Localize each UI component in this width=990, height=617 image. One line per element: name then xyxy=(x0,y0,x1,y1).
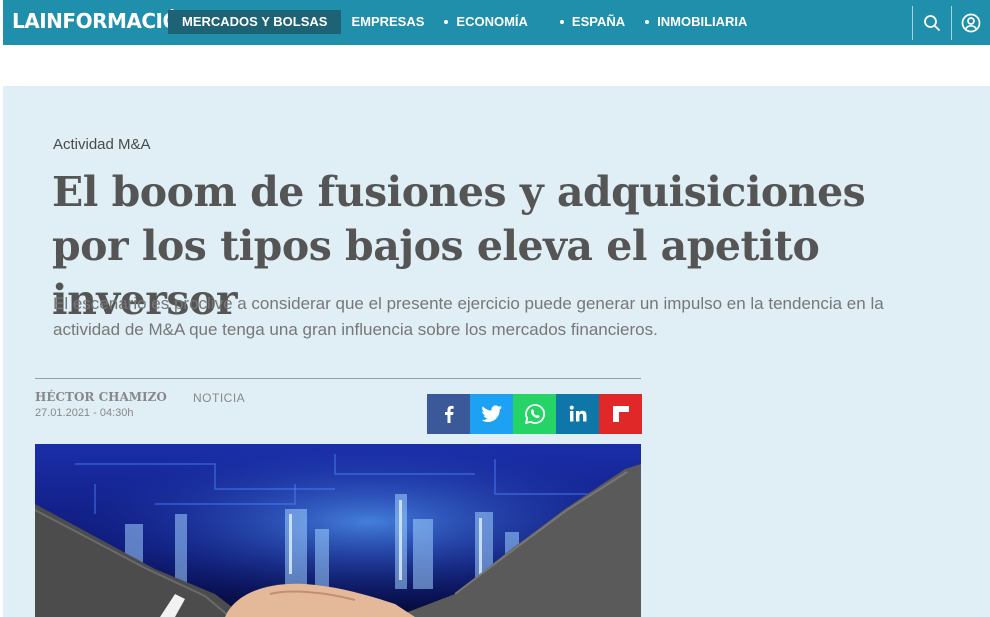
article-kicker[interactable]: Actividad M&A xyxy=(53,136,151,153)
share-whatsapp-button[interactable] xyxy=(513,394,556,434)
flipboard-icon xyxy=(612,406,629,422)
author-name[interactable]: HÉCTOR CHAMIZO xyxy=(35,390,167,404)
search-button[interactable] xyxy=(912,6,951,40)
share-buttons xyxy=(427,394,642,434)
publish-date: 27.01.2021 - 04:30h xyxy=(35,407,134,419)
user-icon xyxy=(961,13,981,33)
section-nav: Mercados y Bolsas Empresas Economía Espa… xyxy=(168,10,757,34)
nav-item-label: Empresas xyxy=(351,14,425,29)
twitter-icon xyxy=(480,405,502,422)
business-handshake-photo xyxy=(35,444,641,617)
article-image xyxy=(35,444,641,617)
top-navigation-bar: LAINFORMACIÓN Mercados y Bolsas Empresas… xyxy=(3,0,990,45)
nav-item-inmobiliaria[interactable]: Inmobiliaria xyxy=(635,10,757,34)
header-actions xyxy=(912,6,990,40)
article-summary: El escenario es proclive a considerar qu… xyxy=(53,294,884,339)
search-icon xyxy=(924,15,940,31)
account-button[interactable] xyxy=(951,6,990,40)
separator-dot xyxy=(559,20,564,24)
share-facebook-button[interactable] xyxy=(427,394,470,434)
nav-item-empresas[interactable]: Empresas xyxy=(341,10,434,34)
nav-item-label: Mercados y Bolsas xyxy=(182,14,328,29)
nav-item-label: Economía xyxy=(456,14,528,29)
whatsapp-icon xyxy=(524,404,545,425)
nav-item-label: España xyxy=(571,14,626,29)
separator-dot xyxy=(645,20,650,24)
divider xyxy=(35,378,641,379)
separator-dot xyxy=(444,20,449,24)
nav-item-espana[interactable]: España xyxy=(550,10,635,34)
nav-item-mercados-y-bolsas[interactable]: Mercados y Bolsas xyxy=(168,10,342,34)
article-hero: Actividad M&A El boom de fusiones y adqu… xyxy=(3,86,990,617)
nav-item-label: Inmobiliaria xyxy=(657,14,748,29)
share-linkedin-button[interactable] xyxy=(556,394,599,434)
article-type-tag: NOTICIA xyxy=(193,391,246,405)
linkedin-icon xyxy=(569,405,586,422)
nav-item-economia[interactable]: Economía xyxy=(434,10,538,34)
share-flipboard-button[interactable] xyxy=(599,394,642,434)
facebook-icon xyxy=(444,405,454,423)
share-twitter-button[interactable] xyxy=(470,394,513,434)
